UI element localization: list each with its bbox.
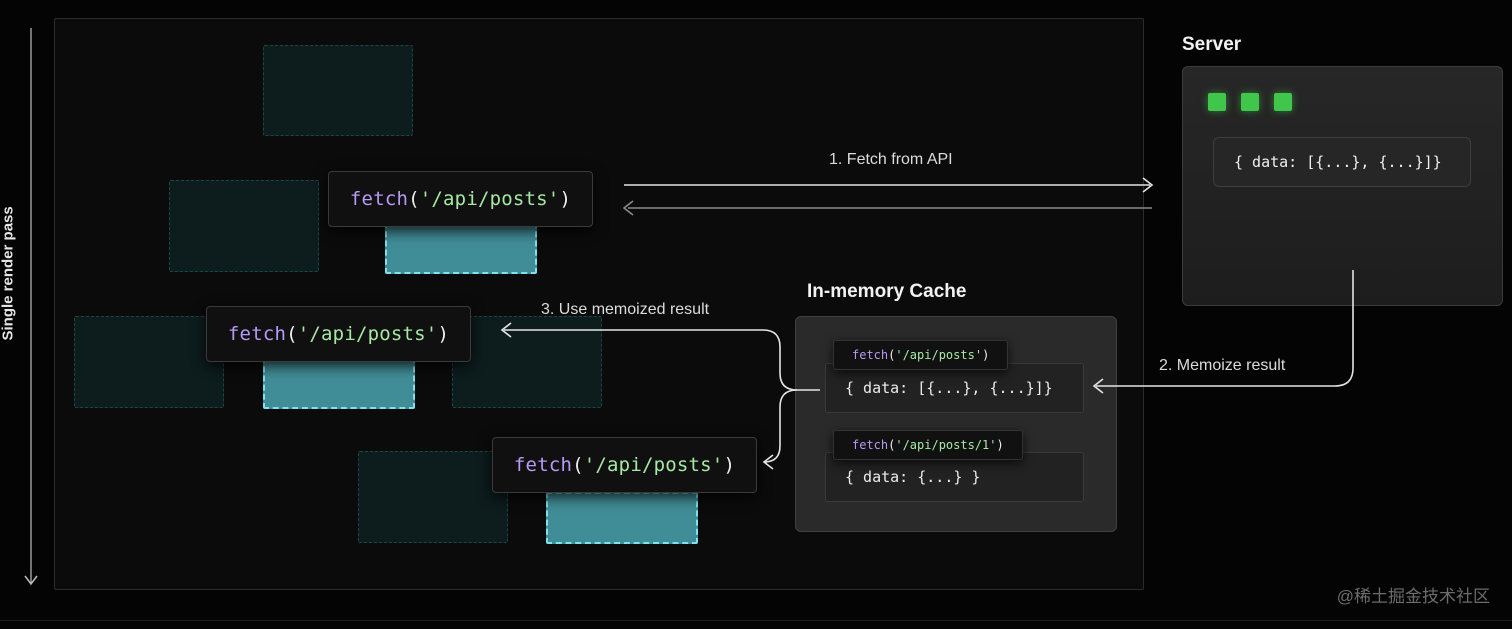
fetch-fn: fetch [349,188,409,210]
ghost-component [358,451,508,543]
fetch-url: '/api/posts' [419,188,560,210]
active-component [546,492,698,544]
render-pass-label: Single render pass [0,206,17,341]
ghost-component [452,316,602,408]
cache-entry-key: fetch('/api/posts') [833,340,1009,370]
fetch-call-card: fetch('/api/posts') [492,437,757,493]
ghost-component [169,180,319,272]
fetch-request-arrowhead [1142,177,1154,193]
cache-key-open-paren: ( [888,348,896,362]
server-status-indicator [1208,93,1226,111]
fetch-from-api-label: 1. Fetch from API [829,151,953,168]
fetch-open-paren: ( [286,323,298,345]
fetch-url: '/api/posts' [583,454,724,476]
server-title: Server [1182,34,1242,55]
cache-key-url: '/api/posts' [895,348,983,362]
cache-entry-value: { data: [{...}, {...}]} [825,363,1084,413]
fetch-close-paren: ) [559,188,572,210]
fetch-close-paren: ) [723,454,736,476]
fetch-call-card: fetch('/api/posts') [206,306,471,362]
fetch-open-paren: ( [572,454,584,476]
cache-key-close-paren: ) [996,438,1004,452]
server-status-indicator [1241,93,1259,111]
active-component [385,222,537,274]
fetch-fn: fetch [513,454,573,476]
cache-entry-key: fetch('/api/posts/1') [833,430,1023,460]
cache-key-open-paren: ( [888,438,896,452]
diagram-canvas: Single render pass fetch('/api/posts') f… [0,0,1512,629]
fetch-close-paren: ) [437,323,450,345]
ghost-component [263,45,413,136]
cache-box: { data: [{...}, {...}]} fetch('/api/post… [795,316,1117,532]
memoize-result-label: 2. Memoize result [1159,357,1286,374]
ghost-component [74,316,224,408]
fetch-call-card: fetch('/api/posts') [328,171,593,227]
server-box: { data: [{...}, {...}]} [1182,66,1503,306]
fetch-url: '/api/posts' [297,323,438,345]
use-memoized-result-label: 3. Use memoized result [541,301,710,318]
bottom-divider [0,620,1512,621]
fetch-open-paren: ( [408,188,420,210]
watermark: @稀土掘金技术社区 [1336,587,1490,606]
cache-key-fn: fetch [852,438,889,452]
server-response: { data: [{...}, {...}]} [1213,137,1471,187]
server-status-indicator [1274,93,1292,111]
cache-key-close-paren: ) [982,348,990,362]
fetch-fn: fetch [227,323,287,345]
cache-key-url: '/api/posts/1' [895,438,997,452]
cache-title: In-memory Cache [807,281,967,302]
cache-key-fn: fetch [852,348,889,362]
active-component [263,357,415,409]
